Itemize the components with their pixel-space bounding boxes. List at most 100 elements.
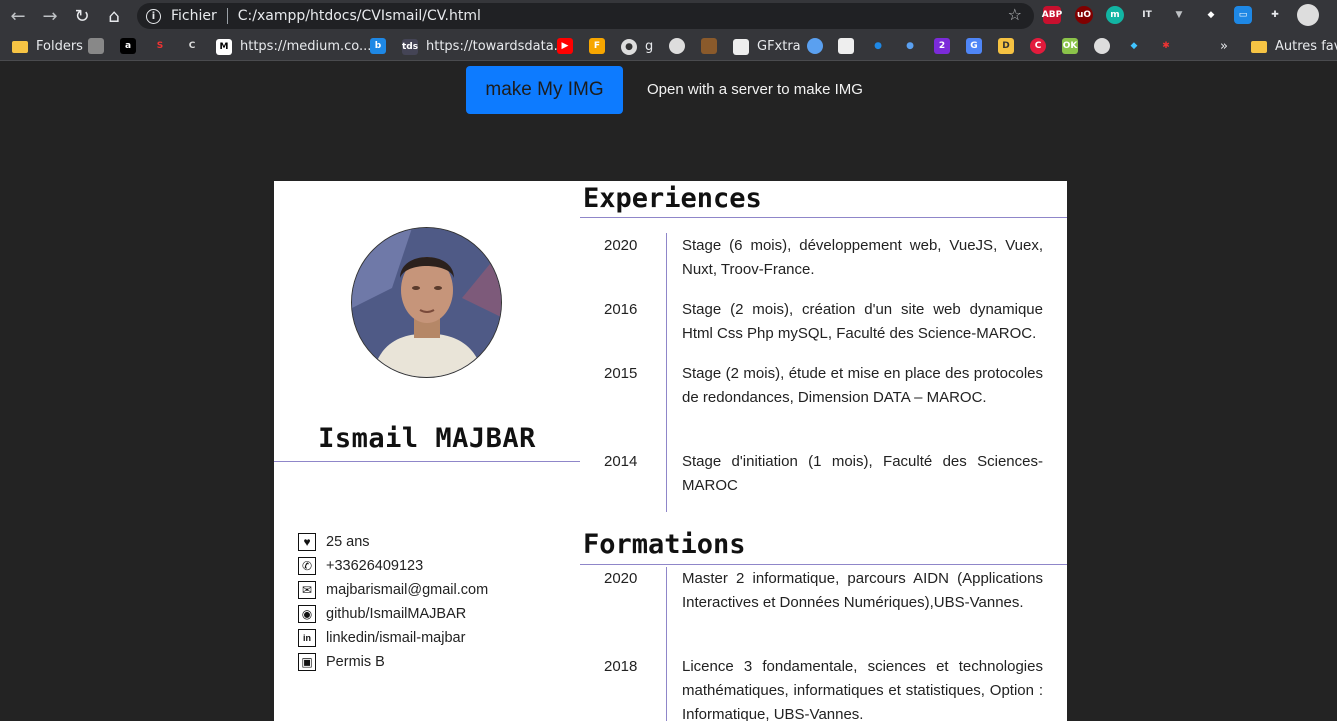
bookmark-medium[interactable]: Mhttps://medium.co...	[216, 38, 371, 55]
apple-icon[interactable]	[88, 38, 104, 54]
bug-icon[interactable]: ✱	[1158, 38, 1174, 54]
grid-icon[interactable]	[838, 38, 854, 54]
separator	[226, 8, 228, 24]
fb-bookmark-icon[interactable]: F	[589, 38, 605, 54]
vue-devtools-icon[interactable]: ▼	[1170, 6, 1188, 24]
folder-icon	[1251, 40, 1267, 53]
make-img-button[interactable]: make My IMG	[466, 66, 623, 114]
chat-icon[interactable]	[807, 38, 823, 54]
scheme-label: Fichier	[171, 8, 217, 24]
contact-github: ◉ github/IsmailMAJBAR	[298, 602, 488, 626]
google-translate-icon[interactable]: G	[966, 38, 982, 54]
experience-year: 2020	[604, 237, 638, 254]
formations-timeline	[666, 567, 667, 721]
amazon-icon[interactable]: a	[120, 38, 136, 54]
browser-toolbar: ← → ↻ ⌂ i Fichier C:/xampp/htdocs/CVIsma…	[0, 0, 1337, 32]
contact-text[interactable]: linkedin/ismail-majbar	[326, 630, 465, 646]
profile-avatar[interactable]	[1297, 4, 1319, 26]
contact-text: 25 ans	[326, 534, 370, 550]
contact-text: +33626409123	[326, 558, 424, 574]
d-icon[interactable]: D	[998, 38, 1014, 54]
experience-desc: Stage (6 mois), développement web, VueJS…	[682, 237, 1043, 278]
s-bookmark-icon[interactable]: S	[152, 38, 168, 54]
flutter-icon[interactable]: ◆	[1126, 38, 1142, 54]
mic-icon[interactable]: ●	[902, 38, 918, 54]
formation-desc: Master 2 informatique, parcours AIDN (Ap…	[682, 570, 1043, 611]
heart-icon: ♥	[298, 533, 316, 551]
adblock-extension-icon[interactable]: ABP	[1042, 6, 1062, 24]
diamond-extension-icon[interactable]: ◆	[1202, 6, 1220, 24]
bookmark-label: https://medium.co...	[240, 39, 372, 54]
bookmark-autres[interactable]: Autres favo	[1251, 38, 1337, 55]
tds-icon: tds	[402, 38, 418, 55]
linkedin-icon: in	[298, 629, 316, 647]
experience-year: 2014	[604, 453, 638, 470]
ok-icon[interactable]: OK	[1062, 38, 1078, 54]
formations-divider	[580, 564, 1067, 565]
contact-text[interactable]: majbarismail@gmail.com	[326, 582, 488, 598]
puzzle-extensions-icon[interactable]: ✚	[1266, 6, 1284, 24]
page-icon	[733, 38, 749, 55]
shield-icon[interactable]: ●	[870, 38, 886, 54]
bookmark-label: https://towardsdata...	[426, 39, 567, 54]
url-text[interactable]: C:/xampp/htdocs/CVIsmail/CV.html	[238, 8, 481, 24]
contact-phone: ✆ +33626409123	[298, 554, 488, 578]
translate-extension-icon[interactable]: IT	[1138, 6, 1156, 24]
bookmark-label: Autres favo	[1275, 39, 1337, 54]
formation-year: 2020	[604, 570, 638, 587]
bookmark-label: Folders	[36, 39, 83, 54]
bookmark-gfxtra[interactable]: GFxtra	[733, 38, 801, 55]
forward-icon[interactable]: →	[38, 4, 62, 28]
experience-year: 2016	[604, 301, 638, 318]
bookmark-label: g	[645, 39, 654, 54]
contact-linkedin: in linkedin/ismail-majbar	[298, 626, 488, 650]
experience-desc: Stage d'initiation (1 mois), Faculté des…	[682, 453, 1043, 494]
experience-desc: Stage (2 mois), étude et mise en place d…	[682, 365, 1043, 406]
info-icon[interactable]: i	[146, 8, 161, 24]
experiences-timeline	[666, 233, 667, 512]
home-icon[interactable]: ⌂	[102, 4, 126, 28]
bookmark-g[interactable]: ● g	[621, 38, 653, 55]
contact-license: ▣ Permis B	[298, 650, 488, 674]
github-icon: ◉	[298, 605, 316, 623]
back-icon[interactable]: ←	[6, 4, 30, 28]
youtube-icon[interactable]: ▶	[557, 38, 573, 54]
contact-list: ♥ 25 ans ✆ +33626409123 ✉ majbarismail@g…	[298, 530, 488, 674]
bookmark-tds[interactable]: tds https://towardsdata...	[402, 38, 566, 55]
two-icon[interactable]: 2	[934, 38, 950, 54]
mail-icon: ✉	[298, 581, 316, 599]
screenshot-extension-icon[interactable]: ▭	[1234, 6, 1252, 24]
bookmarks-overflow[interactable]: »	[1220, 38, 1228, 55]
contact-text[interactable]: github/IsmailMAJBAR	[326, 606, 466, 622]
globe-icon[interactable]	[669, 38, 685, 54]
ublock-extension-icon[interactable]: uO	[1075, 6, 1093, 24]
page-content: make My IMG Open with a server to make I…	[0, 61, 1337, 721]
bookmark-label: GFxtra	[757, 39, 801, 54]
car-icon: ▣	[298, 653, 316, 671]
experiences-title: Experiences	[583, 183, 762, 214]
contact-text: Permis B	[326, 654, 385, 670]
cv-sheet: Ismail MAJBAR ♥ 25 ans ✆ +33626409123 ✉ …	[274, 181, 1067, 721]
profile-photo	[351, 227, 502, 378]
bookmark-folders[interactable]: Folders	[12, 38, 83, 55]
book-icon[interactable]	[701, 38, 717, 54]
name-divider	[274, 461, 580, 462]
b-bookmark-icon[interactable]: b	[370, 38, 386, 54]
formation-year: 2018	[604, 658, 638, 675]
bookmarks-bar: Folders a S C Mhttps://medium.co... b td…	[0, 32, 1337, 61]
c-bookmark-icon[interactable]: C	[184, 38, 200, 54]
bookmark-star-icon[interactable]: ☆	[1008, 5, 1022, 24]
github-bookmark-icon[interactable]	[1094, 38, 1110, 54]
formation-desc: Licence 3 fondamentale, sciences et tech…	[682, 658, 1043, 721]
m-extension-icon[interactable]: m	[1106, 6, 1124, 24]
server-note: Open with a server to make IMG	[647, 81, 863, 98]
experiences-divider	[580, 217, 1067, 218]
person-name: Ismail MAJBAR	[318, 423, 536, 454]
reload-icon[interactable]: ↻	[70, 4, 94, 28]
globe-icon: ●	[621, 38, 637, 55]
contact-age: ♥ 25 ans	[298, 530, 488, 554]
experience-desc: Stage (2 mois), création d'un site web d…	[682, 301, 1043, 342]
address-bar[interactable]: i Fichier C:/xampp/htdocs/CVIsmail/CV.ht…	[137, 3, 1034, 29]
folder-icon	[12, 40, 28, 53]
c-red-icon[interactable]: C	[1030, 38, 1046, 54]
